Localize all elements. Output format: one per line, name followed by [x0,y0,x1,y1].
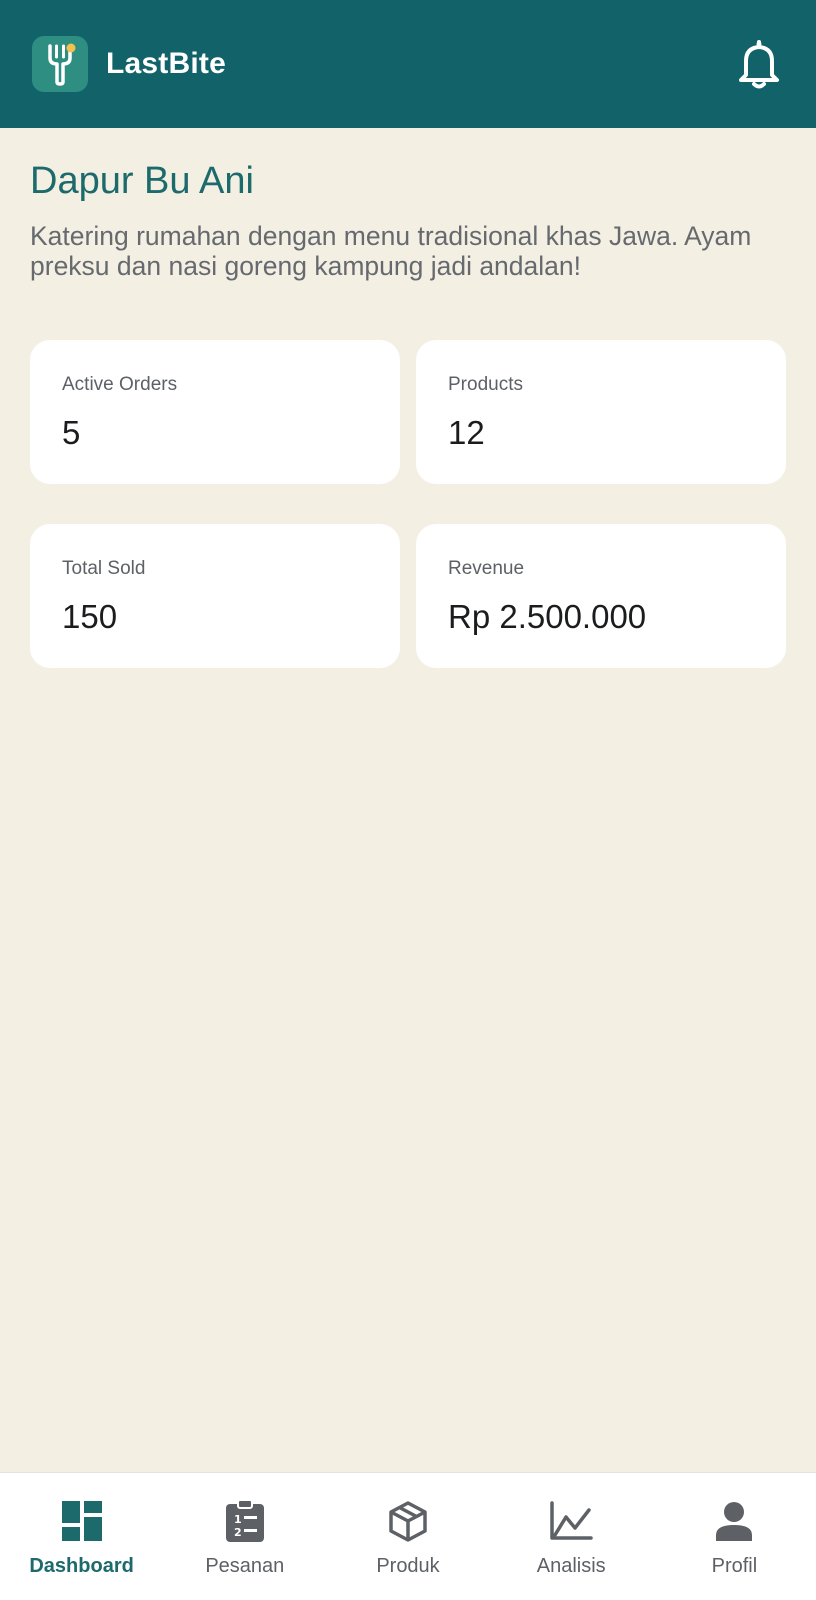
app-logo [32,36,88,92]
brand: LastBite [32,36,226,92]
stat-value: 5 [62,414,81,451]
store-info: Dapur Bu Ani Katering rumahan dengan men… [30,160,786,281]
nav-label: Dashboard [29,1555,134,1577]
stat-card-products: Products 12 [416,340,786,484]
nav-label: Profil [711,1555,758,1577]
stat-card-active-orders: Active Orders 5 [30,340,400,484]
box-icon [386,1499,430,1543]
svg-text:1: 1 [234,1513,242,1526]
bottom-nav: Dashboard 1 2 Pesanan Produk Analisis Pr… [0,1472,816,1600]
notification-button[interactable] [736,38,782,90]
stat-label: Revenue [448,558,525,579]
stat-label: Products [448,374,523,395]
nav-item-analisis[interactable]: Analisis [490,1473,653,1600]
stat-value: Rp 2.500.000 [448,598,647,635]
nav-item-produk[interactable]: Produk [326,1473,489,1600]
dashboard-icon [60,1499,104,1543]
stat-value: 150 [62,598,118,635]
bell-icon [739,40,779,89]
line-chart-icon [549,1499,593,1543]
nav-label: Analisis [536,1555,606,1577]
person-icon [712,1499,756,1543]
nav-item-profil[interactable]: Profil [653,1473,816,1600]
clipboard-list-icon: 1 2 [223,1499,267,1543]
app-header: LastBite [0,0,816,128]
app-title: LastBite [106,47,226,80]
stat-card-revenue: Revenue Rp 2.500.000 [416,524,786,668]
stat-label: Active Orders [62,374,178,395]
stat-value: 12 [448,414,485,451]
store-name: Dapur Bu Ani [30,160,254,202]
nav-label: Produk [376,1555,440,1577]
store-description: Katering rumahan dengan menu tradisional… [30,221,752,281]
stats-grid: Active Orders 5 Products 12 Total Sold 1… [30,340,786,668]
nav-label: Pesanan [205,1555,285,1577]
stat-label: Total Sold [62,558,146,579]
nav-item-dashboard[interactable]: Dashboard [0,1473,163,1600]
svg-text:2: 2 [234,1526,242,1539]
fork-icon [48,43,76,86]
stat-card-total-sold: Total Sold 150 [30,524,400,668]
nav-item-pesanan[interactable]: 1 2 Pesanan [163,1473,326,1600]
